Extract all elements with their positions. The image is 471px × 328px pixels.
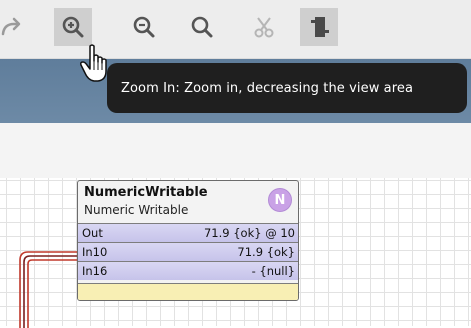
search-icon [191, 16, 213, 38]
toolbar [0, 0, 471, 59]
slot-value: 71.9 {ok} [237, 245, 295, 259]
hand-cursor-icon [80, 44, 107, 82]
node-type-badge: N [268, 188, 292, 212]
redo-icon [1, 17, 21, 36]
zoom-out-button[interactable] [125, 8, 163, 46]
zoom-in-tooltip: Zoom In: Zoom in, decreasing the view ar… [107, 63, 467, 113]
scissors-icon [254, 17, 274, 38]
slot-out[interactable]: Out 71.9 {ok} @ 10 [78, 223, 298, 242]
zoom-fit-button[interactable] [183, 8, 221, 46]
slot-value: - {null} [251, 264, 295, 278]
zoom-out-icon [133, 16, 155, 38]
slot-name: Out [82, 226, 103, 240]
slot-name: In16 [82, 264, 108, 278]
slot-in16[interactable]: In16 - {null} [78, 261, 298, 280]
node-footer [78, 283, 298, 300]
palette-toggle-icon [311, 17, 329, 37]
tooltip-text: Zoom In: Zoom in, decreasing the view ar… [121, 80, 414, 96]
slot-name: In10 [82, 245, 108, 259]
zoom-in-icon [62, 16, 84, 38]
delete-button[interactable] [245, 8, 283, 46]
numeric-writable-node[interactable]: NumericWritable Numeric Writable N Out 7… [77, 180, 299, 301]
node-title: NumericWritable [84, 185, 208, 200]
node-subtitle: Numeric Writable [84, 203, 189, 217]
view-subheader [0, 123, 471, 178]
zoom-in-button[interactable] [54, 8, 92, 46]
slot-value: 71.9 {ok} @ 10 [203, 226, 295, 240]
redo-button[interactable] [0, 8, 30, 46]
toggle-palette-button[interactable] [300, 8, 338, 46]
node-header: NumericWritable Numeric Writable N [78, 181, 298, 223]
slot-in10[interactable]: In10 71.9 {ok} [78, 242, 298, 261]
